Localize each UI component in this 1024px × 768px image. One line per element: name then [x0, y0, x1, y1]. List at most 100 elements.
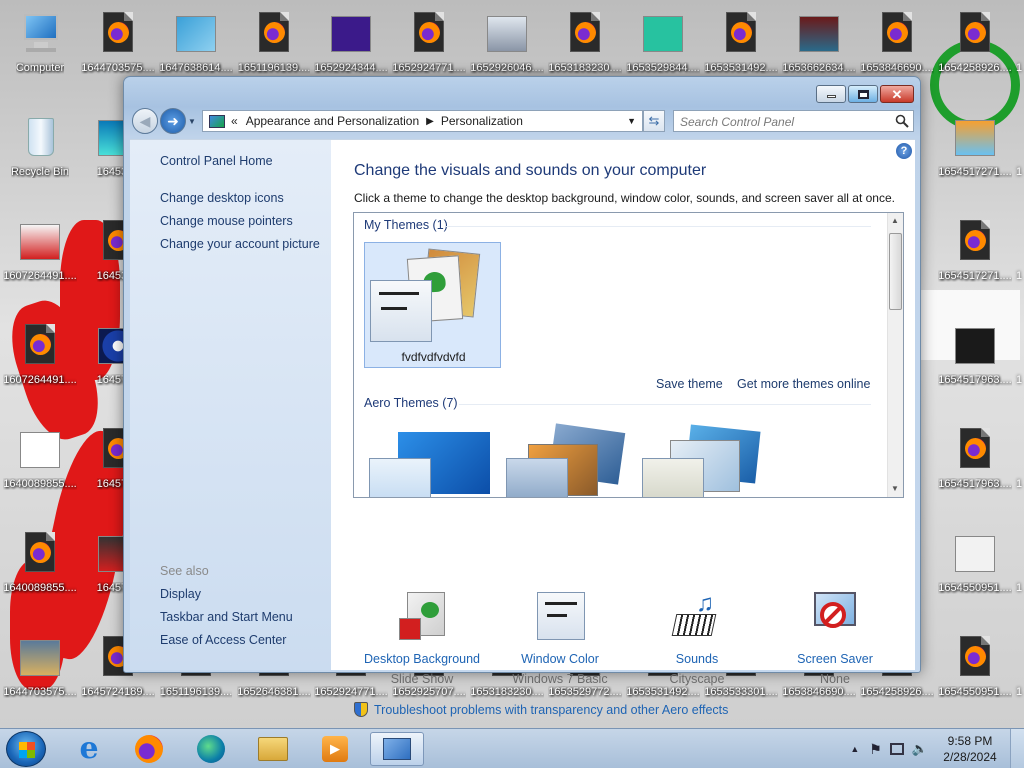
taskbar-media-player[interactable]: ▶ [308, 732, 362, 766]
aero-theme-tile[interactable] [640, 424, 765, 497]
desktop-background-option[interactable]: Desktop Background Slide Show [357, 592, 487, 686]
my-theme-tile[interactable]: fvdfvdfvdvfd [364, 242, 501, 368]
media-player-icon: ▶ [322, 736, 348, 762]
clipped-icon-label[interactable]: 1 [1016, 166, 1022, 178]
wnd-icon [16, 426, 64, 474]
window-color-link[interactable]: Window Color [495, 652, 625, 666]
desktop-icon[interactable]: 1654517963.... [935, 316, 1015, 402]
virtel-icon [951, 530, 999, 578]
breadcrumb-item[interactable]: Appearance and Personalization [246, 114, 419, 128]
desktop-icon-label: Recycle Bin [10, 166, 70, 178]
desktop-icon-label: 1640089855.... [3, 478, 77, 490]
save-theme-link[interactable]: Save theme [656, 377, 723, 391]
firefox-icon [561, 10, 609, 58]
theme-list-scrollbar[interactable]: ▲ ▼ [887, 213, 903, 497]
taskbar-control-panel[interactable] [370, 732, 424, 766]
taskbar-internet-explorer[interactable]: e [62, 732, 116, 766]
firefox-icon [951, 426, 999, 474]
change-account-picture-link[interactable]: Change your account picture [160, 237, 320, 251]
ease-of-access-link[interactable]: Ease of Access Center [160, 633, 286, 647]
close-icon: ✕ [891, 86, 903, 102]
desktop-icon[interactable]: 1640089855.... [0, 420, 80, 506]
desktop-icon[interactable]: 1644703575.... [0, 628, 80, 714]
address-dropdown-icon[interactable]: ▼ [627, 116, 636, 126]
theme-list[interactable]: My Themes (1) fvdfvdfvdvfd Save theme Ge… [353, 212, 904, 498]
back-button[interactable]: ◀ [132, 108, 158, 134]
cat-icon [172, 10, 220, 58]
breadcrumb-separator-icon[interactable]: ▶ [426, 116, 434, 127]
recent-pages-dropdown[interactable]: ▼ [188, 117, 196, 126]
clipped-icon-label[interactable]: 1 [1016, 582, 1022, 594]
clock[interactable]: 9:58 PM 2/28/2024 [932, 733, 1008, 765]
desktop-icon[interactable]: Computer [0, 4, 80, 90]
shield-icon [354, 702, 368, 717]
clipped-icon-label[interactable]: 1 [1016, 62, 1022, 74]
show-desktop-button[interactable] [1010, 729, 1024, 768]
desktop-icon[interactable]: 1654550951.... [935, 524, 1015, 610]
desktop-icon-label: 1653531492.... [626, 686, 700, 698]
display-link[interactable]: Display [160, 587, 201, 601]
sounds-link[interactable]: Sounds [632, 652, 762, 666]
volume-muted-icon[interactable]: 🔈 [912, 741, 928, 757]
desktop-background-link[interactable]: Desktop Background [357, 652, 487, 666]
scroll-down-icon[interactable]: ▼ [891, 484, 899, 493]
search-icon[interactable] [895, 114, 909, 131]
scrollbar-thumb[interactable] [889, 233, 902, 310]
change-mouse-pointers-link[interactable]: Change mouse pointers [160, 214, 293, 228]
search-input[interactable]: Search Control Panel [673, 110, 914, 132]
desktop-icon[interactable]: 1654517271.... [935, 212, 1015, 298]
taskbar-firefox[interactable] [122, 732, 176, 766]
refresh-button[interactable]: ⇆ [643, 110, 665, 132]
minimize-button[interactable] [816, 85, 846, 103]
firefox-icon [951, 634, 999, 682]
change-desktop-icons-link[interactable]: Change desktop icons [160, 191, 284, 205]
clipped-icon-label[interactable]: 1 [1016, 686, 1022, 698]
window-color-option[interactable]: Window Color Windows 7 Basic [495, 592, 625, 686]
taskbar-edge[interactable] [184, 732, 238, 766]
sounds-option[interactable]: ♫ Sounds Cityscape [632, 592, 762, 687]
forward-button[interactable]: ➜ [160, 108, 186, 134]
desktop-icon-label: 1652924344.... [314, 62, 388, 74]
firefox-icon [135, 735, 163, 763]
troubleshoot-link[interactable]: Troubleshoot problems with transparency … [374, 703, 728, 717]
get-more-themes-link[interactable]: Get more themes online [737, 377, 870, 391]
close-button[interactable]: ✕ [880, 85, 914, 103]
show-hidden-icons-icon[interactable]: ▲ [850, 744, 859, 754]
desktop-icon[interactable]: 1654258926.... [935, 4, 1015, 90]
desktop-icon[interactable]: 1640089855.... [0, 524, 80, 610]
recycle-icon [16, 114, 64, 162]
maximize-button[interactable] [848, 85, 878, 103]
desktop-icon[interactable]: 1654517963.... [935, 420, 1015, 506]
action-center-flag-icon[interactable]: ⚑ [869, 741, 882, 758]
desktop-icon-label: 1654550951.... [938, 582, 1012, 594]
clipped-icon-label[interactable]: 1 [1016, 374, 1022, 386]
desktop-icon-label: 1653533301.... [704, 686, 778, 698]
desktop-icon[interactable]: 1607264491.... [0, 316, 80, 402]
desktop-icon-label: 1652926046.... [470, 62, 544, 74]
troubleshoot-link-row[interactable]: Troubleshoot problems with transparency … [354, 702, 728, 717]
aero-theme-tile[interactable] [368, 428, 493, 497]
desktop-icon[interactable]: 1654550951.... [935, 628, 1015, 714]
screen-saver-option[interactable]: Screen Saver None [770, 592, 900, 686]
control-panel-home-link[interactable]: Control Panel Home [160, 154, 273, 168]
desktop-icon[interactable]: Recycle Bin [0, 108, 80, 194]
breadcrumb-item[interactable]: Personalization [441, 114, 523, 128]
scroll-up-icon[interactable]: ▲ [891, 216, 899, 225]
taskbar-file-explorer[interactable] [246, 732, 300, 766]
clipped-icon-label[interactable]: 1 [1016, 270, 1022, 282]
help-icon[interactable]: ? [896, 143, 912, 159]
start-button[interactable] [6, 731, 46, 767]
network-icon[interactable] [889, 743, 904, 755]
clock-time: 9:58 PM [947, 734, 993, 748]
clipped-icon-label[interactable]: 1 [1016, 478, 1022, 490]
desktop-icon-label: 1644703575.... [81, 62, 155, 74]
screen-saver-link[interactable]: Screen Saver [770, 652, 900, 666]
aero-theme-tile[interactable] [504, 423, 629, 497]
desktop-icon-label: 1652925707.... [392, 686, 466, 698]
photo-icon [483, 10, 531, 58]
breadcrumb-overflow[interactable]: « [231, 114, 238, 128]
desktop-icon[interactable]: 1607264491.... [0, 212, 80, 298]
desktop-icon[interactable]: 1654517271.... [935, 108, 1015, 194]
address-bar[interactable]: « Appearance and Personalization ▶ Perso… [202, 110, 643, 132]
taskbar-start-menu-link[interactable]: Taskbar and Start Menu [160, 610, 293, 624]
